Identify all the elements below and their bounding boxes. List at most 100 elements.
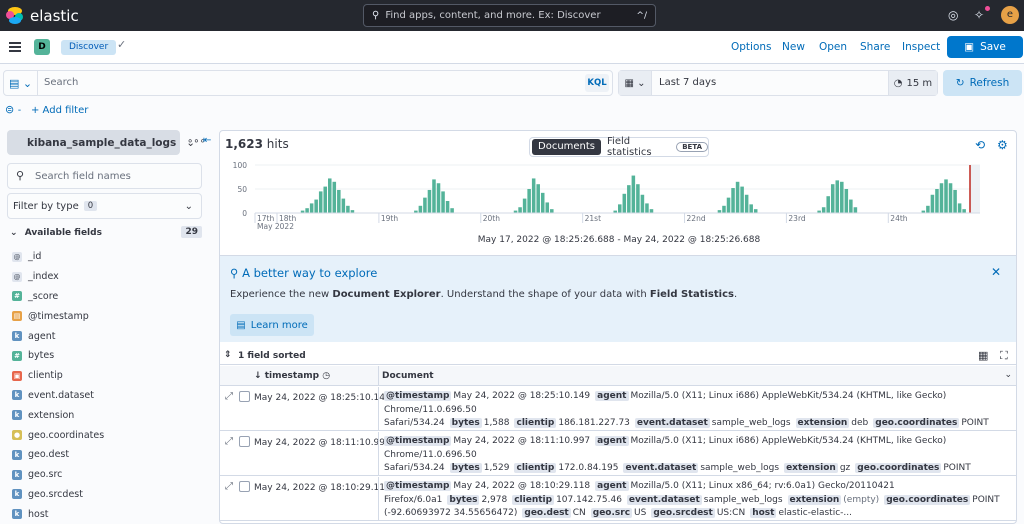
histogram-bar[interactable] — [830, 184, 835, 213]
field-item[interactable]: @ _id — [12, 247, 104, 267]
histogram-bar[interactable] — [948, 183, 953, 213]
histogram-bar[interactable] — [649, 209, 654, 213]
histogram-bar[interactable] — [636, 184, 640, 213]
table-row[interactable]: ⤢ May 24, 2022 @ 18:10:29.118 @timestamp Ma… — [220, 477, 1016, 521]
collapse-sidebar-icon[interactable]: ⇤ — [203, 135, 211, 146]
histogram-bar[interactable] — [627, 185, 631, 213]
histogram-bar[interactable] — [545, 202, 550, 213]
index-pattern-selector[interactable]: kibana_sample_data_logs ⌄ — [7, 130, 195, 155]
field-item[interactable]: k event.dataset — [12, 386, 104, 406]
filter-icon[interactable]: ⊜ ˗ — [5, 103, 21, 116]
histogram-bar[interactable] — [427, 189, 432, 213]
histogram-bar[interactable] — [531, 178, 536, 213]
add-filter-button[interactable]: + Add filter — [31, 105, 88, 116]
query-input[interactable]: ▤ ⌄ Search KQL — [3, 70, 613, 96]
histogram-bar[interactable] — [935, 189, 939, 213]
menu-icon[interactable] — [9, 42, 21, 52]
histogram-bar[interactable] — [536, 184, 540, 213]
user-avatar[interactable]: e — [1001, 6, 1019, 24]
open-link[interactable]: Open — [819, 41, 847, 53]
histogram-bar[interactable] — [744, 194, 749, 213]
histogram-bar[interactable] — [826, 196, 830, 213]
row-checkbox[interactable] — [239, 481, 250, 492]
global-search-input[interactable]: ⚲ Find apps, content, and more. Ex: Disc… — [363, 4, 656, 27]
filter-by-type-button[interactable]: Filter by type 0 ⌄ — [7, 193, 202, 219]
new-link[interactable]: New — [782, 41, 805, 53]
histogram-bar[interactable] — [450, 208, 454, 213]
gear-icon[interactable]: ⚙ — [997, 138, 1008, 152]
field-search-input[interactable]: ⚲ Search field names — [7, 163, 202, 189]
histogram-bar[interactable] — [314, 199, 318, 213]
calendar-icon[interactable]: ▦ ⌄ — [619, 71, 652, 95]
histogram-bar[interactable] — [309, 203, 314, 213]
histogram-bar[interactable] — [445, 201, 450, 213]
histogram-bar[interactable] — [540, 192, 545, 213]
field-item[interactable]: # _score — [12, 287, 104, 307]
space-avatar[interactable]: D — [34, 39, 50, 55]
histogram-bar[interactable] — [522, 198, 527, 213]
histogram-bar[interactable] — [550, 209, 554, 213]
histogram-bar[interactable] — [749, 204, 753, 213]
histogram-bar[interactable] — [740, 186, 744, 213]
histogram-bar[interactable] — [328, 178, 332, 213]
histogram-bar[interactable] — [622, 193, 627, 213]
field-item[interactable]: k host — [12, 504, 104, 524]
table-row[interactable]: ⤢ May 24, 2022 @ 18:25:10.149 @timestamp Ma… — [220, 387, 1016, 431]
histogram-bar[interactable] — [926, 205, 930, 213]
histogram-bar[interactable] — [849, 199, 853, 213]
learn-more-button[interactable]: ▤ Learn more — [230, 314, 314, 336]
field-item[interactable]: # bytes — [12, 346, 104, 366]
histogram-bar[interactable] — [618, 204, 622, 213]
histogram-bar[interactable] — [423, 197, 427, 213]
field-item[interactable]: ▣ clientip — [12, 366, 104, 386]
field-statistics-tab[interactable]: Field statistics — [607, 136, 671, 158]
column-header-document[interactable]: Document — [382, 371, 434, 381]
date-picker[interactable]: ▦ ⌄ Last 7 days ◔ 15 m — [618, 70, 938, 96]
chart-options-icon[interactable]: ⟲ — [975, 138, 985, 152]
field-item[interactable]: @ _index — [12, 267, 104, 287]
histogram-bar[interactable] — [305, 208, 309, 213]
chevron-down-icon[interactable]: ⌄ — [1004, 370, 1012, 380]
histogram-bar[interactable] — [953, 189, 957, 213]
histogram-bar[interactable] — [432, 179, 436, 213]
histogram-bar[interactable] — [441, 191, 445, 213]
histogram-bar[interactable] — [753, 209, 758, 213]
histogram-bar[interactable] — [726, 197, 731, 213]
save-button[interactable]: ▣ Save — [947, 36, 1023, 58]
histogram-bar[interactable] — [735, 181, 740, 213]
histogram-bar[interactable] — [527, 189, 531, 213]
histogram-bar[interactable] — [835, 180, 840, 213]
histogram-bar[interactable] — [337, 189, 341, 213]
field-item[interactable]: ▤ @timestamp — [12, 306, 104, 326]
histogram-bar[interactable] — [518, 207, 522, 213]
histogram-bar[interactable] — [957, 203, 962, 213]
refresh-interval[interactable]: ◔ 15 m — [888, 71, 937, 95]
histogram-bar[interactable] — [640, 194, 645, 213]
sort-icon[interactable]: ⇕ — [224, 350, 232, 360]
histogram-bar[interactable] — [346, 205, 350, 213]
histogram-bar[interactable] — [318, 191, 323, 213]
histogram-bar[interactable] — [418, 205, 423, 213]
histogram-bar[interactable] — [631, 175, 636, 213]
column-header-timestamp[interactable]: ↓ timestamp ◷ — [254, 371, 330, 381]
histogram-bar[interactable] — [821, 207, 826, 213]
kql-toggle[interactable]: KQL — [585, 74, 609, 92]
histogram-bar[interactable] — [939, 183, 944, 213]
density-icon[interactable]: ▦ — [978, 349, 988, 362]
histogram-bar[interactable] — [645, 203, 649, 213]
row-checkbox[interactable] — [239, 436, 250, 447]
documents-tab[interactable]: Documents — [532, 139, 602, 155]
refresh-button[interactable]: ↻ Refresh — [943, 70, 1022, 96]
field-item[interactable]: k agent — [12, 326, 104, 346]
histogram-bar[interactable] — [323, 186, 327, 213]
elastic-logo[interactable]: elastic — [6, 6, 79, 25]
close-icon[interactable]: ✕ — [991, 265, 1001, 279]
share-link[interactable]: Share — [860, 41, 890, 53]
field-item[interactable]: k geo.src — [12, 465, 104, 485]
field-item[interactable]: k geo.dest — [12, 445, 104, 465]
histogram-bar[interactable] — [722, 205, 726, 213]
column-divider[interactable] — [378, 366, 379, 386]
expand-icon[interactable]: ⤢ — [225, 391, 233, 402]
field-item[interactable]: k geo.srcdest — [12, 485, 104, 505]
histogram-bar[interactable] — [944, 179, 948, 213]
